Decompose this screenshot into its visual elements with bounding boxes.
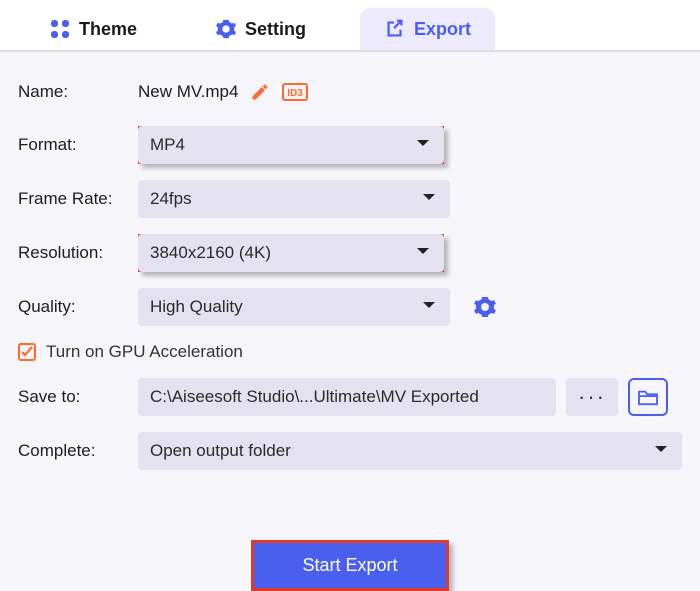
quality-dropdown[interactable]: High Quality: [138, 288, 450, 326]
tab-setting-label: Setting: [245, 19, 306, 40]
row-quality: Quality: High Quality: [18, 288, 682, 326]
complete-dropdown[interactable]: Open output folder: [138, 432, 682, 470]
resolution-selected: 3840x2160 (4K): [150, 243, 271, 263]
highlight-resolution: 3840x2160 (4K): [138, 234, 444, 272]
row-complete: Complete: Open output folder: [18, 432, 682, 470]
complete-selected: Open output folder: [150, 441, 291, 461]
row-format: Format: MP4: [18, 126, 682, 164]
format-selected: MP4: [150, 135, 185, 155]
highlight-start-export: Start Export: [251, 540, 448, 591]
framerate-dropdown[interactable]: 24fps: [138, 180, 450, 218]
chevron-down-icon: [654, 445, 668, 455]
row-framerate: Frame Rate: 24fps: [18, 180, 682, 218]
label-name: Name:: [18, 82, 138, 102]
saveto-path[interactable]: C:\Aiseesoft Studio\...Ultimate\MV Expor…: [138, 378, 556, 416]
label-quality: Quality:: [18, 297, 138, 317]
id3-icon[interactable]: ID3: [282, 83, 308, 101]
resolution-dropdown[interactable]: 3840x2160 (4K): [138, 234, 444, 272]
chevron-down-icon: [422, 193, 436, 203]
export-icon: [384, 18, 406, 40]
gpu-checkbox-row[interactable]: Turn on GPU Acceleration: [18, 342, 682, 362]
quality-selected: High Quality: [150, 297, 243, 317]
gpu-checkbox[interactable]: [18, 343, 36, 361]
label-resolution: Resolution:: [18, 243, 138, 263]
format-dropdown[interactable]: MP4: [138, 126, 444, 164]
setting-icon: [215, 18, 237, 40]
highlight-format: MP4: [138, 126, 444, 164]
row-saveto: Save to: C:\Aiseesoft Studio\...Ultimate…: [18, 378, 682, 416]
name-value: New MV.mp4: [138, 82, 238, 102]
quality-settings-button[interactable]: [470, 292, 500, 322]
saveto-value: C:\Aiseesoft Studio\...Ultimate\MV Expor…: [150, 387, 479, 407]
label-complete: Complete:: [18, 441, 138, 461]
export-form: Name: New MV.mp4 ID3 Format: MP4 Frame R…: [0, 52, 700, 591]
tab-export-label: Export: [414, 19, 471, 40]
chevron-down-icon: [416, 247, 430, 257]
tabs-bar: Theme Setting Export: [0, 0, 700, 52]
tab-setting[interactable]: Setting: [191, 8, 330, 50]
row-resolution: Resolution: 3840x2160 (4K): [18, 234, 682, 272]
gpu-label: Turn on GPU Acceleration: [46, 342, 243, 362]
export-button-area: Start Export: [18, 540, 682, 591]
chevron-down-icon: [416, 139, 430, 149]
tab-export[interactable]: Export: [360, 8, 495, 50]
start-export-button[interactable]: Start Export: [254, 543, 445, 588]
theme-icon: [49, 18, 71, 40]
open-folder-button[interactable]: [628, 378, 668, 416]
tab-theme-label: Theme: [79, 19, 137, 40]
svg-text:ID3: ID3: [288, 88, 304, 99]
label-framerate: Frame Rate:: [18, 189, 138, 209]
chevron-down-icon: [422, 301, 436, 311]
framerate-selected: 24fps: [150, 189, 192, 209]
tab-theme[interactable]: Theme: [25, 8, 161, 50]
label-format: Format:: [18, 135, 138, 155]
label-saveto: Save to:: [18, 387, 138, 407]
row-name: Name: New MV.mp4 ID3: [18, 74, 682, 110]
edit-name-icon[interactable]: [250, 82, 270, 102]
browse-button[interactable]: ···: [566, 378, 618, 416]
